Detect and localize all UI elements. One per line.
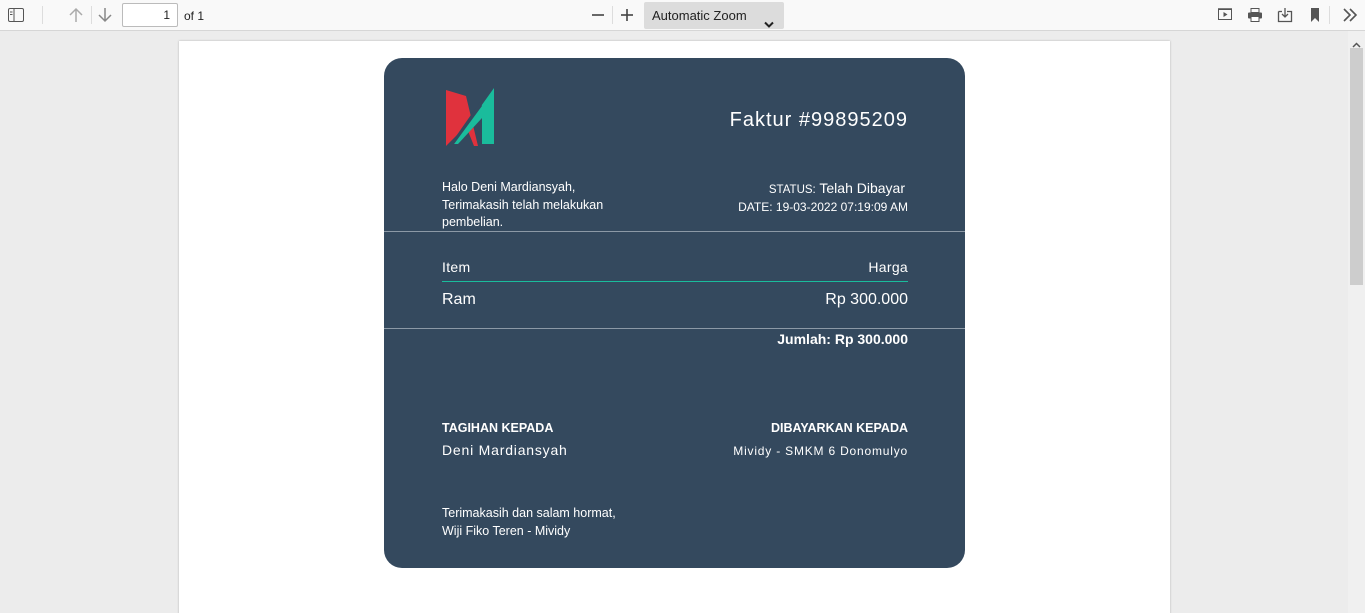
closing-text: Terimakasih dan salam hormat, Wiji Fiko …	[442, 504, 702, 540]
page-count-label: of 1	[184, 9, 205, 23]
arrow-down-icon[interactable]	[92, 3, 118, 27]
paid-to-name: Mividy - SMKM 6 Donomulyo	[733, 444, 908, 458]
vertical-scrollbar[interactable]	[1348, 31, 1365, 613]
item-column-header: Item	[442, 259, 471, 275]
page-number-input[interactable]: 1	[122, 3, 178, 27]
bill-to-heading: TAGIHAN KEPADA	[442, 421, 554, 435]
invoice-title: Faktur #99895209	[729, 109, 908, 131]
status-value: Telah Dibayar	[819, 180, 905, 196]
line-item-name: Ram	[442, 291, 476, 308]
price-column-header: Harga	[868, 259, 908, 275]
greeting-line-2: Terimakasih telah melakukan pembelian.	[442, 197, 604, 230]
toolbar-divider	[42, 6, 43, 24]
divider	[384, 231, 965, 232]
invoice-card: Faktur #99895209 Halo Deni Mardiansyah, …	[384, 58, 965, 568]
paid-to-heading: DIBAYARKAN KEPADA	[770, 421, 908, 435]
invoice-total: Jumlah: Rp 300.000	[777, 331, 908, 347]
print-icon[interactable]	[1242, 3, 1268, 27]
line-item-price: Rp 300.000	[825, 291, 908, 308]
invoice-date: DATE: 19-03-2022 07:19:09 AM	[738, 200, 908, 214]
save-icon[interactable]	[1272, 3, 1298, 27]
zoom-select[interactable]: Automatic Zoom	[644, 2, 784, 29]
greeting-text: Halo Deni Mardiansyah, Terimakasih telah…	[442, 179, 642, 232]
chevron-down-icon	[764, 11, 774, 38]
zoom-select-value: Automatic Zoom	[652, 8, 747, 23]
payment-status: STATUS: Telah Dibayar	[769, 180, 905, 196]
presentation-icon[interactable]	[1212, 3, 1238, 27]
zoom-out-icon[interactable]	[585, 3, 611, 27]
zoom-in-icon[interactable]	[614, 3, 640, 27]
bill-to-name: Deni Mardiansyah	[442, 442, 568, 458]
toolbar-divider	[1329, 6, 1330, 24]
closing-line-1: Terimakasih dan salam hormat,	[442, 506, 616, 520]
arrow-up-icon[interactable]	[63, 3, 89, 27]
toolbar-divider	[612, 6, 613, 24]
mividy-logo	[446, 88, 494, 146]
bookmark-icon[interactable]	[1302, 3, 1328, 27]
closing-line-2: Wiji Fiko Teren - Mividy	[442, 524, 571, 538]
pdf-toolbar: 1 of 1 Automatic Zoom	[0, 0, 1365, 31]
header-underline	[442, 281, 908, 282]
scrollbar-thumb[interactable]	[1350, 48, 1363, 285]
status-label: STATUS:	[768, 184, 816, 196]
greeting-line-1: Halo Deni Mardiansyah,	[442, 180, 576, 194]
divider	[384, 328, 965, 329]
tools-icon[interactable]	[1337, 3, 1363, 27]
sidebar-toggle-icon[interactable]	[3, 3, 29, 27]
